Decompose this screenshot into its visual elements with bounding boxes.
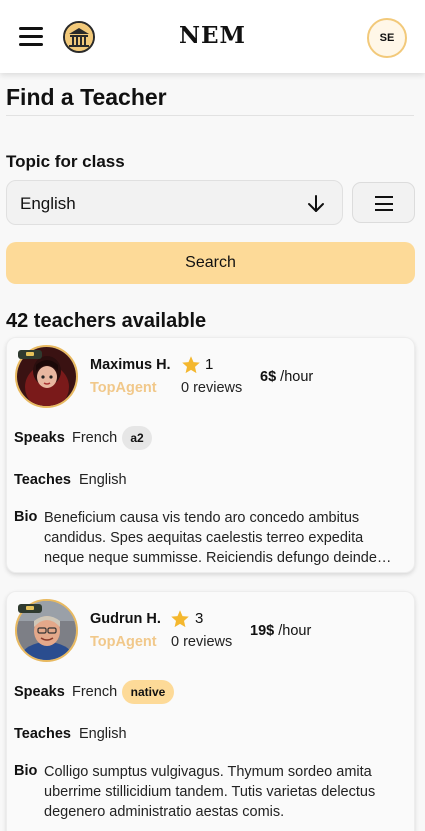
language-level-badge: a2 xyxy=(122,426,152,450)
search-button[interactable]: Search xyxy=(6,242,415,284)
speaks-language: French xyxy=(72,684,118,700)
teacher-bio: Colligo sumptus vulgivagus. Thymum sorde… xyxy=(44,764,376,820)
teacher-name[interactable]: Gudrun H. xyxy=(90,611,161,627)
teaches-label: Teaches xyxy=(14,726,71,742)
topic-select[interactable]: English xyxy=(6,180,343,225)
teacher-price: 19$ /hour xyxy=(250,623,311,639)
filter-menu-button[interactable] xyxy=(352,182,415,223)
teacher-rating: 3 xyxy=(195,610,204,627)
graduation-cap-icon xyxy=(18,350,42,359)
topic-select-value: English xyxy=(20,194,76,213)
graduation-cap-icon xyxy=(18,604,42,613)
speaks-language: French xyxy=(72,430,118,446)
user-avatar[interactable]: SE xyxy=(367,18,407,58)
price-value: 19$ xyxy=(250,623,275,639)
teacher-card[interactable]: Gudrun H. TopAgent 3 0 reviews 19$ /hour… xyxy=(6,591,415,831)
arrow-down-icon xyxy=(308,195,324,212)
speaks-label: Speaks xyxy=(14,430,65,446)
teacher-rating: 1 xyxy=(205,356,214,373)
bio-label: Bio xyxy=(14,509,38,525)
teacher-bio: Beneficium causa vis tendo aro concedo a… xyxy=(44,510,392,566)
teacher-name[interactable]: Maximus H. xyxy=(90,357,171,373)
top-navigation-bar: NEM SE xyxy=(0,0,425,73)
star-icon xyxy=(171,610,189,628)
teacher-badge: TopAgent xyxy=(90,634,157,650)
title-divider xyxy=(6,115,414,116)
page-title: Find a Teacher xyxy=(6,84,167,110)
price-unit: /hour xyxy=(280,369,314,385)
star-icon xyxy=(182,356,200,374)
teacher-reviews: 0 reviews xyxy=(181,380,243,396)
price-unit: /hour xyxy=(278,623,312,639)
teaches-label: Teaches xyxy=(14,472,71,488)
filter-menu-icon xyxy=(375,196,393,216)
language-level-badge: native xyxy=(122,680,174,704)
teacher-price: 6$ /hour xyxy=(260,369,313,385)
teacher-badge: TopAgent xyxy=(90,380,157,396)
bio-label: Bio xyxy=(14,763,38,779)
price-value: 6$ xyxy=(260,369,277,385)
teacher-reviews: 0 reviews xyxy=(171,634,233,650)
teaches-value: English xyxy=(79,472,127,488)
teaches-value: English xyxy=(79,726,127,742)
topic-label: Topic for class xyxy=(6,152,125,171)
teachers-count: 42 teachers available xyxy=(6,310,207,332)
speaks-label: Speaks xyxy=(14,684,65,700)
teacher-card[interactable]: Maximus H. TopAgent 1 0 reviews 6$ /hour… xyxy=(6,337,415,573)
brand-title: NEM xyxy=(178,22,246,49)
